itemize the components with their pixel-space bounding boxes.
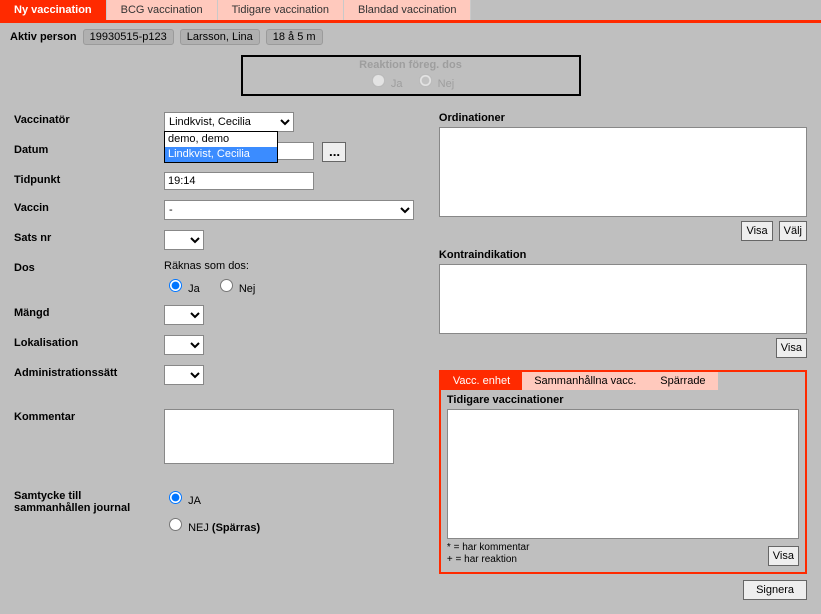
prev-tabs: Vacc. enhet Sammanhållna vacc. Spärrade [441,372,805,390]
samtycke-yes-radio[interactable] [169,491,182,504]
main-tabs: Ny vaccination BCG vaccination Tidigare … [0,0,821,23]
tab-bcg[interactable]: BCG vaccination [107,0,218,20]
vaccinator-option-1[interactable]: Lindkvist, Cecilia [165,147,277,162]
admin-select[interactable] [164,365,204,385]
sats-select[interactable] [164,230,204,250]
person-label: Aktiv person [10,31,77,43]
label-dos: Dos [14,260,164,274]
dos-no[interactable]: Nej [215,283,256,295]
person-id: 19930515-p123 [83,29,174,45]
samtycke-no-radio[interactable] [169,518,182,531]
tidpunkt-input[interactable] [164,172,314,190]
reaction-yes-radio[interactable] [372,74,385,87]
reaction-no[interactable]: Nej [414,78,455,90]
dos-yes[interactable]: Ja [164,283,200,295]
dos-group-label: Räknas som dos: [164,260,267,272]
prev-legend: * = har kommentar + = har reaktion [447,542,530,566]
tab-blandad[interactable]: Blandad vaccination [344,0,471,20]
ordinationer-visa-button[interactable]: Visa [741,221,772,241]
tab-tidigare[interactable]: Tidigare vaccination [218,0,344,20]
datum-picker-button[interactable]: ... [322,142,346,162]
reaction-yes[interactable]: Ja [367,78,406,90]
samtycke-no[interactable]: NEJ (Spärras) [164,522,260,534]
tab-ny[interactable]: Ny vaccination [0,0,107,20]
person-bar: Aktiv person 19930515-p123 Larsson, Lina… [0,23,821,51]
prev-tab-enhet[interactable]: Vacc. enhet [441,372,522,390]
samtycke-yes[interactable]: JA [164,495,201,507]
label-lokalisation: Lokalisation [14,335,164,349]
label-sats: Sats nr [14,230,164,244]
ordinationer-valj-button[interactable]: Välj [779,221,807,241]
vaccinator-dropdown-list[interactable]: demo, demo Lindkvist, Cecilia [164,131,278,163]
reaction-no-radio[interactable] [419,74,432,87]
label-mangd: Mängd [14,305,164,319]
label-vaccin: Vaccin [14,200,164,214]
person-age: 18 å 5 m [266,29,323,45]
label-kommentar: Kommentar [14,409,164,423]
prev-visa-button[interactable]: Visa [768,546,799,566]
ordinationer-area[interactable] [439,127,807,217]
vaccin-select[interactable]: - [164,200,414,220]
kontraindikation-title: Kontraindikation [439,249,807,261]
label-datum: Datum [14,142,164,156]
label-tidpunkt: Tidpunkt [14,172,164,186]
prev-tab-sparrade[interactable]: Spärrade [648,372,717,390]
kontraindikation-area[interactable] [439,264,807,334]
prev-list[interactable] [447,409,799,539]
label-admin: Administrationssätt [14,365,164,379]
prev-tab-samman[interactable]: Sammanhållna vacc. [522,372,648,390]
person-name: Larsson, Lina [180,29,260,45]
vaccinator-select[interactable]: Lindkvist, Cecilia [164,112,294,132]
prev-title: Tidigare vaccinationer [447,394,799,406]
reaction-prev-dose-box: Reaktion föreg. dos Ja Nej [241,55,581,96]
dos-yes-radio[interactable] [169,279,182,292]
vaccinator-select-wrap: Lindkvist, Cecilia demo, demo Lindkvist,… [164,112,294,132]
mangd-select[interactable] [164,305,204,325]
kontraindikation-visa-button[interactable]: Visa [776,338,807,358]
dos-no-radio[interactable] [220,279,233,292]
signera-button[interactable]: Signera [743,580,807,600]
ordinationer-title: Ordinationer [439,112,807,124]
previous-vacc-panel: Vacc. enhet Sammanhållna vacc. Spärrade … [439,370,807,574]
label-vaccinator: Vaccinatör [14,112,164,126]
reaction-title: Reaktion föreg. dos [243,59,579,71]
label-samtycke: Samtycke till sammanhållen journal [14,488,164,514]
kommentar-textarea[interactable] [164,409,394,464]
vaccinator-option-0[interactable]: demo, demo [165,132,277,147]
lokalisation-select[interactable] [164,335,204,355]
